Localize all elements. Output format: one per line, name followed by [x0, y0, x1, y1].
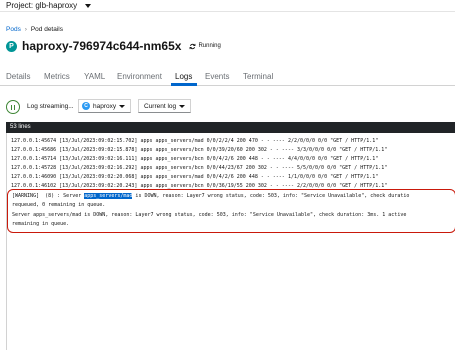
log-type-value: Current log [144, 103, 177, 110]
pause-icon [10, 104, 13, 110]
tab-environment[interactable]: Environment [117, 72, 162, 81]
project-label: Project: glb-haproxy [6, 1, 78, 10]
log-line: 127.0.0.1:46090 [13/Jul/2023:09:02:20.06… [11, 174, 379, 180]
warning-prefix: [WARNING] (8) : Server [12, 193, 85, 199]
log-line: 127.0.0.1:45686 [13/Jul/2023:09:02:15.87… [11, 147, 388, 153]
warning-highlight-box: [WARNING] (8) : Server apps_servers/mad … [7, 189, 455, 233]
caret-down-icon [179, 105, 185, 108]
page-title: haproxy-796974c644-nm65x [22, 39, 182, 53]
top-bar: Project: glb-haproxy [0, 0, 455, 12]
breadcrumb-current: Pod details [30, 26, 63, 33]
pause-streaming-button[interactable] [6, 100, 20, 114]
warning-line: remaining in queue. [12, 221, 70, 227]
tab-yaml[interactable]: YAML [84, 72, 105, 81]
caret-down-icon [119, 105, 125, 108]
tab-terminal[interactable]: Terminal [243, 72, 273, 81]
chevron-right-icon: › [24, 26, 27, 33]
project-selector[interactable]: Project: glb-haproxy [6, 1, 92, 10]
log-line: 127.0.0.1:45674 [13/Jul/2023:09:02:15.70… [11, 138, 379, 144]
log-line: 127.0.0.1:45728 [13/Jul/2023:09:02:16.29… [11, 165, 388, 171]
active-tab-indicator [171, 83, 197, 86]
log-type-select[interactable]: Current log [138, 99, 191, 113]
container-select-value: haproxy [93, 102, 117, 110]
log-toolbar: Log streaming... C haproxy Current log [0, 97, 455, 119]
sync-icon [190, 43, 196, 49]
pause-icon-bar [13, 104, 16, 110]
breadcrumb-pods-link[interactable]: Pods [6, 26, 21, 33]
log-line: 127.0.0.1:45714 [13/Jul/2023:09:02:16.11… [11, 156, 379, 162]
warning-line: requeued, 0 remaining in queue. [12, 202, 106, 208]
caret-down-icon [85, 3, 92, 8]
tab-metrics[interactable]: Metrics [44, 72, 70, 81]
tab-events[interactable]: Events [205, 72, 229, 81]
selected-text[interactable]: apps_servers/mad [84, 193, 133, 199]
log-line-count: 53 lines [6, 122, 455, 133]
pod-badge-icon: P [6, 40, 17, 52]
warning-suffix: is DOWN, reason: Layer7 wrong status, co… [132, 193, 410, 199]
breadcrumb: Pods › Pod details [6, 26, 63, 33]
container-badge-icon: C [82, 102, 90, 110]
tab-details[interactable]: Details [6, 72, 30, 81]
tab-bar: Details Metrics YAML Environment Logs Ev… [0, 68, 455, 86]
warning-line: [WARNING] (8) : Server apps_servers/mad … [12, 193, 409, 200]
status-badge: Running [189, 43, 221, 50]
log-window[interactable]: 127.0.0.1:45674 [13/Jul/2023:09:02:15.70… [6, 133, 455, 350]
warning-line: Server apps_servers/mad is DOWN, reason:… [12, 212, 407, 218]
status-text: Running [198, 43, 221, 49]
streaming-status: Log streaming... [27, 103, 74, 110]
tab-logs[interactable]: Logs [175, 72, 192, 81]
page-title-row: P haproxy-796974c644-nm65x Running [6, 39, 221, 53]
container-select[interactable]: C haproxy [78, 99, 131, 113]
